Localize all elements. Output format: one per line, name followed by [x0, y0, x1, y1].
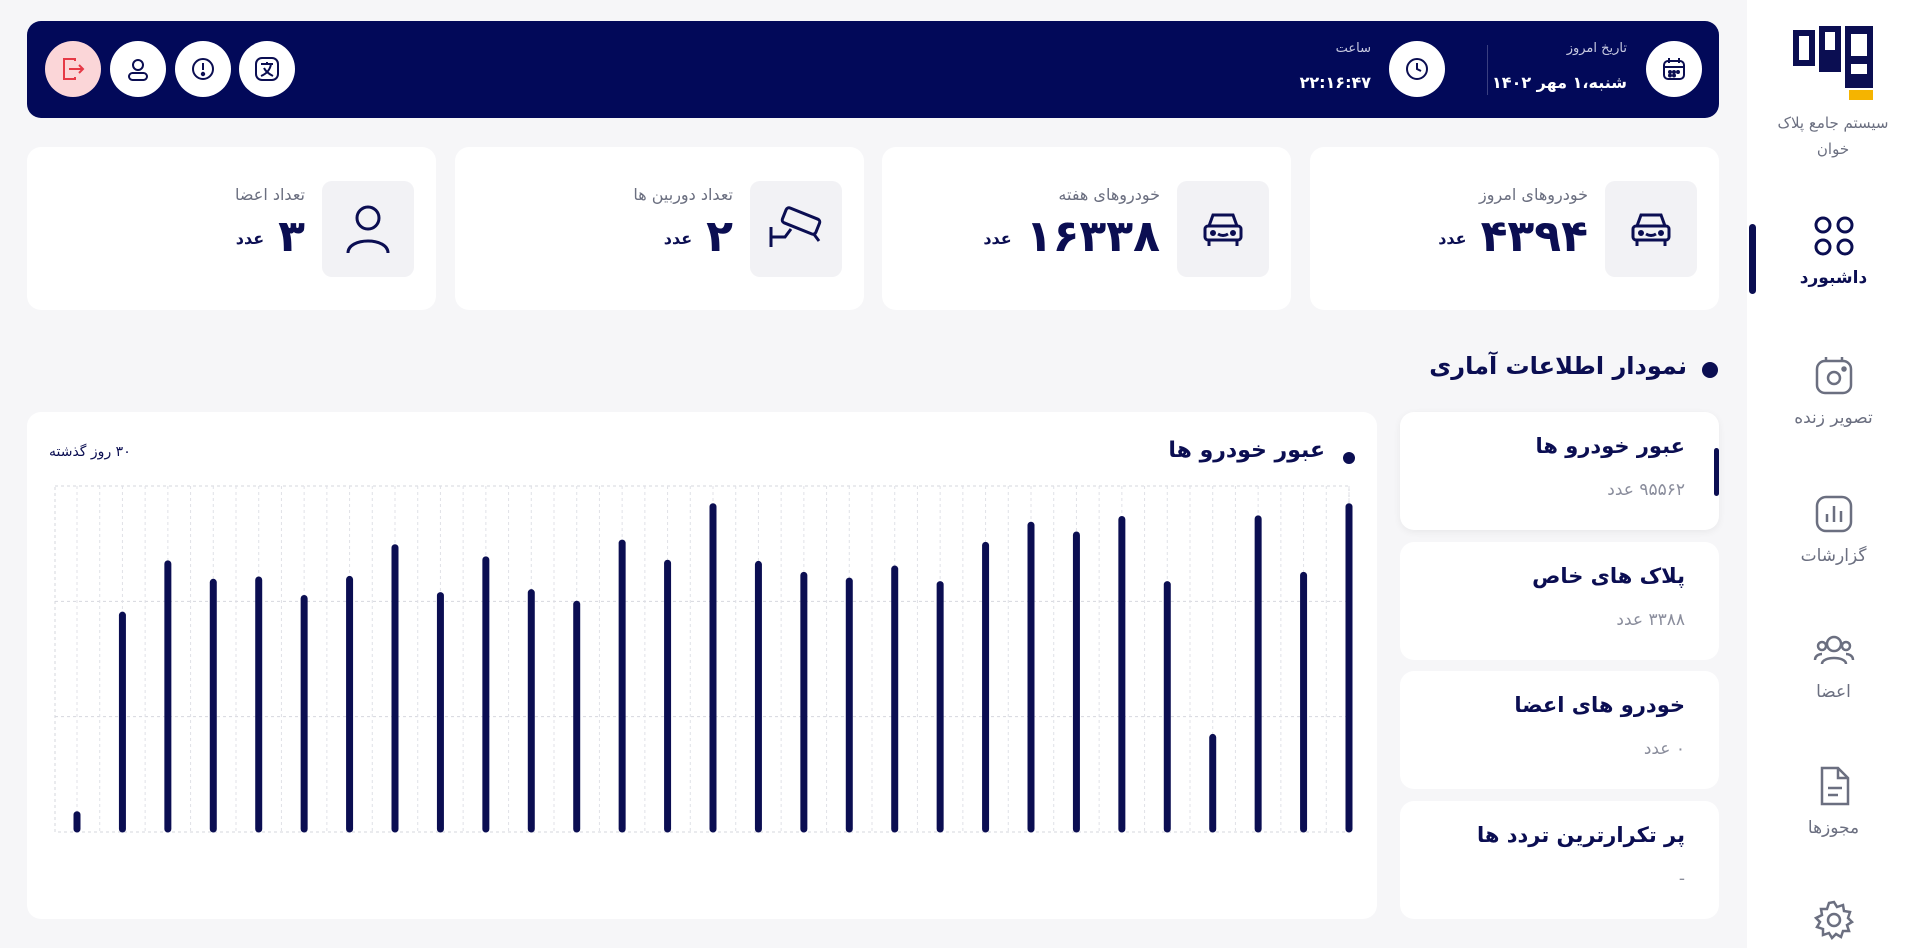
filter-count: - [1678, 869, 1685, 889]
stat-label: خودروهای امروز [1479, 185, 1588, 204]
users-icon [1813, 635, 1854, 665]
dashboard-grid-icon [1814, 216, 1853, 256]
nav-label: گزارشات [1800, 546, 1867, 566]
profile-button[interactable] [110, 41, 166, 97]
nav-item-settings[interactable] [1747, 898, 1920, 942]
stat-unit: عدد [663, 229, 693, 248]
filter-card-vehicle-passes[interactable]: عبور خودرو ها ۹۵۵۶۲ عدد [1400, 412, 1719, 530]
section-title: نمودار اطلاعات آماری [1429, 352, 1687, 380]
info-button[interactable] [175, 41, 231, 97]
clock-button [1389, 41, 1445, 97]
nav-item-live-view[interactable]: تصویر زنده [1747, 354, 1920, 428]
calendar-button [1646, 41, 1702, 97]
stat-number: ۱۶۳۳۸ [1025, 211, 1160, 262]
chart-card: عبور خودرو ها ۳۰ روز گذشته [27, 412, 1377, 919]
stat-number: ۲ [706, 211, 733, 262]
filter-title: خودرو های اعضا [1514, 693, 1685, 717]
stat-unit: عدد [983, 229, 1012, 248]
filter-count: ۳۳۸۸ عدد [1616, 610, 1685, 630]
filter-card-member-vehicles[interactable]: خودرو های اعضا ۰ عدد [1400, 671, 1719, 789]
stat-label: خودروهای هفته [1058, 185, 1160, 204]
time-label: ساعت [1335, 41, 1371, 56]
date-value: شنبه،۱ مهر ۱۴۰۲ [1492, 73, 1627, 92]
logout-icon [63, 58, 85, 80]
clock-icon [1406, 58, 1428, 80]
filter-card-special-plates[interactable]: پلاک های خاص ۳۳۸۸ عدد [1400, 542, 1719, 660]
filter-title: پلاک های خاص [1532, 564, 1685, 588]
stat-card-today-vehicles: خودروهای امروز ۴۳۹۴ عدد [1310, 147, 1719, 310]
car-icon [1203, 213, 1243, 246]
stat-card-cameras: تعداد دوربین ها ۲ عدد [455, 147, 864, 310]
stat-value: ۳ عدد [236, 211, 305, 265]
bar-chart [54, 485, 1353, 833]
sidebar: سیستم جامع پلاک خوان داشبورد تصویر زنده … [1747, 0, 1920, 948]
chart-grid-frame [54, 485, 1350, 833]
divider [1487, 45, 1488, 95]
gear-icon [1813, 900, 1854, 941]
nav-item-members[interactable]: اعضا [1747, 628, 1920, 702]
car-icon [1631, 213, 1671, 246]
stat-icon-box [322, 181, 414, 277]
nav-label: مجوزها [1807, 818, 1860, 838]
stat-unit: عدد [1438, 229, 1467, 248]
stat-icon-box [1605, 181, 1697, 277]
filter-title: پر تکرارترین تردد ها [1476, 823, 1685, 847]
stat-icon-box [1177, 181, 1269, 277]
logout-button[interactable] [45, 41, 101, 97]
stat-label: تعداد اعضا [235, 185, 305, 204]
time-value: ۲۲:۱۶:۴۷ [1299, 73, 1371, 92]
translate-icon [255, 57, 279, 81]
translate-button[interactable] [239, 41, 295, 97]
nav-label: اعضا [1816, 682, 1851, 702]
section-bullet [1702, 362, 1718, 378]
stat-card-members: تعداد اعضا ۳ عدد [27, 147, 436, 310]
filter-active-indicator [1714, 448, 1719, 496]
filter-card-frequent-passes[interactable]: پر تکرارترین تردد ها - [1400, 801, 1719, 919]
filter-count: ۰ عدد [1643, 739, 1685, 759]
nav-label: تصویر زنده [1794, 408, 1873, 428]
calendar-icon [1663, 58, 1685, 80]
nav-item-permits[interactable]: مجوزها [1747, 764, 1920, 838]
stat-icon-box [750, 181, 842, 277]
filter-count: ۹۵۵۶۲ عدد [1607, 480, 1685, 500]
brand-logo [1791, 24, 1875, 102]
stat-number: ۳ [278, 211, 305, 262]
filter-title: عبور خودرو ها [1535, 434, 1685, 458]
top-bar: تاریخ امروز شنبه،۱ مهر ۱۴۰۲ ساعت ۲۲:۱۶:۴… [27, 21, 1719, 118]
stat-label: تعداد دوربین ها [633, 185, 733, 204]
nav-item-reports[interactable]: گزارشات [1747, 492, 1920, 566]
nav-label: داشبورد [1799, 268, 1868, 288]
camera-icon [1815, 357, 1852, 395]
info-icon [192, 58, 214, 80]
nav-item-dashboard[interactable]: داشبورد [1747, 214, 1920, 288]
cctv-camera-icon [769, 206, 822, 247]
brand-name: سیستم جامع پلاک خوان [1777, 114, 1889, 158]
chart-icon [1815, 495, 1852, 533]
stat-card-week-vehicles: خودروهای هفته ۱۶۳۳۸ عدد [882, 147, 1291, 310]
stat-value: ۱۶۳۳۸ عدد [983, 211, 1160, 265]
document-icon [1820, 766, 1849, 806]
stat-value: ۴۳۹۴ عدد [1438, 211, 1588, 265]
stat-unit: عدد [235, 229, 265, 248]
user-icon [128, 59, 148, 81]
date-label: تاریخ امروز [1566, 41, 1627, 56]
person-icon [346, 205, 390, 254]
stat-number: ۴۳۹۴ [1480, 211, 1588, 262]
stat-value: ۲ عدد [664, 211, 733, 265]
